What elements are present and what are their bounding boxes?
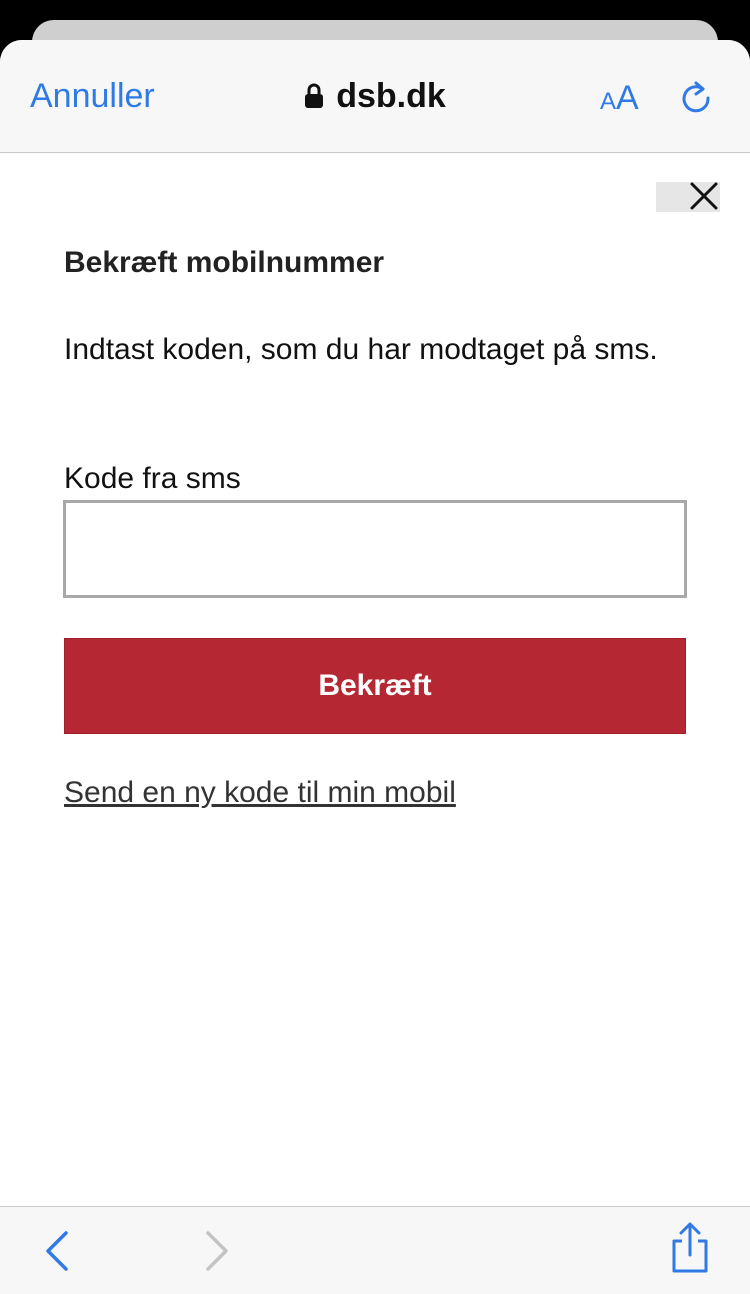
resend-code-link[interactable]: Send en ny kode til min mobil [64, 776, 456, 810]
chevron-left-icon[interactable] [38, 1229, 78, 1273]
chevron-right-icon[interactable] [196, 1229, 236, 1273]
instruction-text: Indtast koden, som du har modtaget på sm… [64, 333, 658, 366]
lock-icon [305, 83, 324, 108]
browser-nav-bar: Annuller dsb.dk AA [0, 40, 750, 153]
confirm-button[interactable]: Bekræft [64, 638, 686, 734]
share-icon[interactable] [668, 1221, 712, 1275]
browser-toolbar [0, 1206, 750, 1294]
text-size-big-glyph: A [616, 79, 639, 117]
cancel-button[interactable]: Annuller [30, 76, 155, 116]
screen: Annuller dsb.dk AA Bekræft mobilnummer I… [0, 0, 750, 1294]
address-field[interactable]: dsb.dk [304, 76, 446, 116]
text-size-small-glyph: A [600, 88, 617, 115]
code-field-label: Kode fra sms [64, 462, 241, 495]
sms-code-input[interactable] [63, 500, 687, 598]
dialog-title: Bekræft mobilnummer [64, 246, 385, 279]
close-icon [690, 182, 718, 210]
safari-sheet: Annuller dsb.dk AA Bekræft mobilnummer I… [0, 40, 750, 1294]
reload-icon[interactable] [678, 80, 714, 116]
close-button[interactable] [656, 182, 720, 212]
text-size-button[interactable]: AA [600, 78, 639, 125]
domain-label: dsb.dk [336, 77, 446, 115]
